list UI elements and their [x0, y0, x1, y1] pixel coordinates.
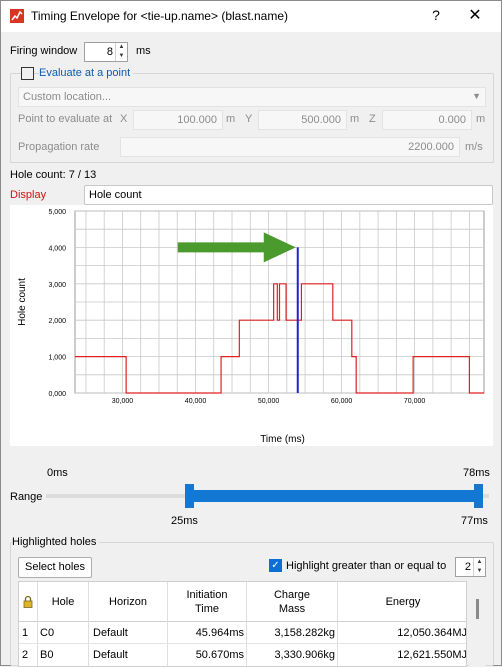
- x-label: X: [120, 113, 128, 125]
- range-min-label: 0ms: [47, 467, 68, 479]
- header-hole[interactable]: Hole: [38, 596, 88, 608]
- y-unit: m: [350, 113, 360, 125]
- select-holes-button[interactable]: Select holes: [18, 557, 92, 578]
- y-label: Y: [245, 113, 253, 125]
- x-unit: m: [226, 113, 236, 125]
- threshold-value: 2: [464, 561, 471, 573]
- x-axis-label: Time (ms): [260, 434, 305, 445]
- firing-window-spinbox[interactable]: 8 ▲ ▼: [84, 42, 128, 62]
- y-value: 500.000: [301, 114, 341, 126]
- z-value: 0.000: [438, 114, 466, 126]
- z-label: Z: [369, 113, 376, 125]
- y-tick-label: 2,000: [48, 318, 66, 325]
- title-bar: Timing Envelope for <tie-up.name> (blast…: [1, 1, 501, 32]
- close-button[interactable]: ✕: [468, 5, 482, 25]
- cell-horizon: Default: [93, 649, 128, 661]
- chart-svg: 0,000 1,000 2,000 3,000 4,000 5,000 30,000 40,0…: [17, 209, 485, 445]
- cell-energy: 12,621.550MJ: [397, 649, 467, 661]
- range-fill: [189, 490, 479, 502]
- header-horizon[interactable]: Horizon: [89, 596, 167, 608]
- display-label: Display: [10, 189, 47, 201]
- y-tick-label: 5,000: [48, 209, 66, 216]
- cell-energy: 12,050.364MJ: [397, 627, 467, 639]
- lock-icon: [23, 595, 33, 608]
- y-tick-label: 3,000: [48, 282, 66, 289]
- row-index: 2: [22, 649, 29, 661]
- point-label: Point to evaluate at: [18, 113, 113, 125]
- range-max-label: 78ms: [463, 467, 490, 479]
- cell-hole: B0: [40, 649, 54, 661]
- highlighted-group-label: Highlighted holes: [12, 536, 100, 548]
- z-field[interactable]: 0.000: [382, 110, 472, 130]
- range-low-handle[interactable]: [185, 484, 195, 508]
- scrollbar-thumb[interactable]: [476, 599, 479, 619]
- x-tick-label: 60,000: [331, 398, 353, 405]
- range-low-label: 25ms: [171, 515, 198, 527]
- cell-charge-mass: 3,158.282kg: [274, 627, 335, 639]
- x-value: 100.000: [177, 114, 217, 126]
- spin-arrows-icon[interactable]: ▲ ▼: [115, 43, 127, 61]
- threshold-spinbox[interactable]: 2 ▲ ▼: [455, 557, 486, 577]
- window-title: Timing Envelope for <tie-up.name> (blast…: [31, 9, 289, 23]
- range-high-label: 77ms: [461, 515, 488, 527]
- header-initiation-time[interactable]: Initiation Time: [168, 588, 246, 616]
- header-charge-mass[interactable]: Charge Mass: [247, 588, 337, 616]
- holes-table: Hole Horizon Initiation Time Charge Mass…: [18, 581, 467, 667]
- cell-hole: C0: [40, 627, 55, 639]
- highlight-checkbox[interactable]: ✓: [269, 559, 282, 572]
- cell-initiation-time: 45.964ms: [195, 627, 244, 639]
- hole-count-chart: 0,000 1,000 2,000 3,000 4,000 5,000 30,000 40,0…: [10, 205, 493, 446]
- y-axis-label: Hole count: [17, 278, 28, 326]
- x-tick-label: 70,000: [404, 398, 426, 405]
- app-icon: [10, 9, 24, 23]
- propagation-value: 2200.000: [408, 141, 454, 153]
- row-index: 1: [22, 627, 29, 639]
- custom-location-select[interactable]: Custom location... ▼: [18, 87, 486, 107]
- highlight-label: Highlight greater than or equal to: [286, 560, 447, 572]
- hole-count-label: Hole count: 7 / 13: [10, 169, 97, 181]
- x-tick-label: 50,000: [258, 398, 280, 405]
- display-select[interactable]: Hole count: [84, 185, 493, 205]
- propagation-label: Propagation rate: [18, 141, 100, 153]
- range-high-handle[interactable]: [474, 484, 484, 508]
- custom-location-text: Custom location...: [23, 91, 112, 103]
- table-row[interactable]: 1 C0 Default 45.964ms 3,158.282kg 12,050…: [19, 622, 467, 644]
- range-slider[interactable]: [46, 484, 489, 508]
- y-tick-label: 1,000: [48, 355, 66, 362]
- table-row[interactable]: 2 B0 Default 50.670ms 3,330.906kg 12,621…: [19, 644, 467, 666]
- y-field[interactable]: 500.000: [258, 110, 347, 130]
- range-label: Range: [10, 491, 43, 503]
- x-field[interactable]: 100.000: [133, 110, 223, 130]
- y-tick-label: 4,000: [48, 245, 66, 252]
- firing-window-unit: ms: [136, 45, 151, 57]
- timing-envelope-dialog: Timing Envelope for <tie-up.name> (blast…: [0, 0, 502, 667]
- z-unit: m: [476, 113, 486, 125]
- display-value: Hole count: [89, 189, 142, 201]
- x-tick-label: 30,000: [112, 398, 134, 405]
- y-tick-label: 0,000: [48, 391, 66, 398]
- spin-arrows-icon[interactable]: ▲ ▼: [473, 558, 485, 576]
- cell-horizon: Default: [93, 627, 128, 639]
- propagation-field[interactable]: 2200.000: [120, 137, 460, 157]
- cell-charge-mass: 3,330.906kg: [274, 649, 335, 661]
- table-scrollbar[interactable]: [469, 581, 486, 667]
- x-tick-label: 40,000: [185, 398, 207, 405]
- help-button[interactable]: ?: [429, 7, 443, 23]
- firing-window-label: Firing window: [10, 45, 78, 57]
- evaluate-checkbox-label[interactable]: Evaluate at a point: [39, 67, 134, 79]
- propagation-unit: m/s: [465, 141, 483, 153]
- chevron-down-icon: ▼: [472, 91, 481, 101]
- firing-window-value: 8: [106, 46, 113, 58]
- cell-initiation-time: 50.670ms: [195, 649, 244, 661]
- evaluate-checkbox[interactable]: [21, 67, 34, 80]
- header-energy[interactable]: Energy: [338, 596, 466, 608]
